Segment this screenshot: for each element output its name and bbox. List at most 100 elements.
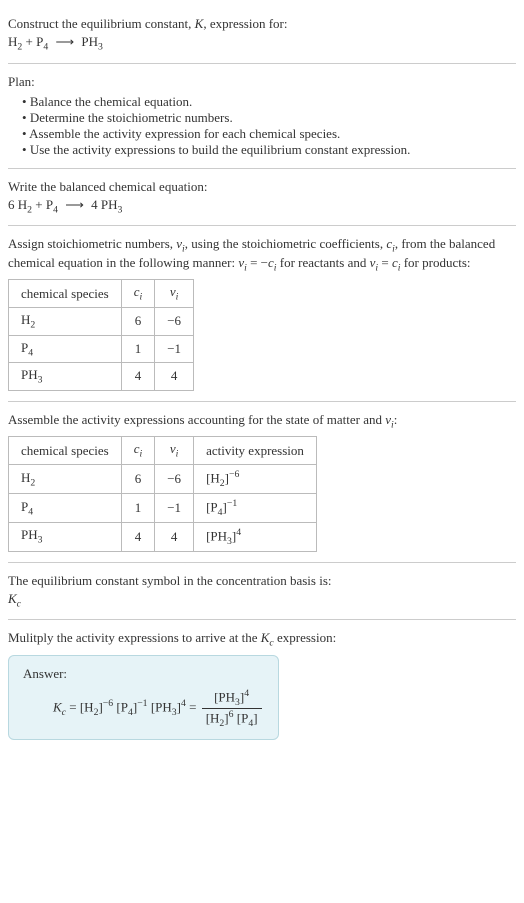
cell-c: 4: [121, 363, 155, 391]
intro-prefix: Construct the equilibrium constant,: [8, 16, 195, 31]
eq-ph3-sub: 3: [98, 42, 103, 53]
text: expression:: [274, 630, 336, 645]
cell-nu: 4: [155, 522, 194, 551]
eq-h2: H: [8, 34, 17, 49]
sp: PH: [21, 367, 38, 382]
text: for reactants and: [277, 255, 370, 270]
d1: [H: [206, 710, 220, 725]
stoich-table: chemical species ci νi H2 6 −6 P4 1 −1 P…: [8, 279, 194, 390]
cell-nu: 4: [155, 363, 194, 391]
table-row: P4 1 −1 [P4]−1: [9, 493, 317, 522]
cell-activity: [P4]−1: [194, 493, 317, 522]
base: [PH: [206, 528, 227, 543]
bal-plus: +: [32, 197, 46, 212]
exp: −6: [103, 698, 113, 709]
eq-plus: +: [22, 34, 36, 49]
n: [PH: [214, 689, 235, 704]
bal-c2-sub: 4: [53, 204, 58, 215]
th-species: chemical species: [9, 437, 122, 465]
plan-heading: Plan:: [8, 74, 516, 90]
sp: PH: [21, 527, 38, 542]
table-row: H2 6 −6: [9, 307, 194, 335]
close: ]: [253, 710, 257, 725]
plan-item: Use the activity expressions to build th…: [22, 142, 516, 158]
kc: K: [8, 591, 17, 606]
eq: =: [66, 699, 80, 714]
balanced-heading: Write the balanced chemical equation:: [8, 179, 516, 195]
exp: 4: [244, 688, 249, 699]
balanced-section: Write the balanced chemical equation: 6 …: [8, 169, 516, 227]
cell-species: H2: [9, 464, 122, 493]
stoich-desc: Assign stoichiometric numbers, νi, using…: [8, 236, 516, 273]
cell-species: PH3: [9, 363, 122, 391]
cell-species: PH3: [9, 522, 122, 551]
cell-species: P4: [9, 493, 122, 522]
final-line: Mulitply the activity expressions to arr…: [8, 630, 516, 649]
text: , using the stoichiometric coefficients,: [185, 236, 387, 251]
nui-sub: i: [176, 449, 179, 460]
d2: [P: [237, 710, 249, 725]
cell-species: H2: [9, 307, 122, 335]
cell-activity: [PH3]4: [194, 522, 317, 551]
activity-section: Assemble the activity expressions accoun…: [8, 402, 516, 563]
table-row: P4 1 −1: [9, 335, 194, 363]
denominator: [H2]6 [P4]: [202, 709, 262, 729]
table-row: PH3 4 4: [9, 363, 194, 391]
eq2: =: [186, 699, 200, 714]
base: [H: [206, 470, 220, 485]
text: for products:: [400, 255, 470, 270]
cell-species: P4: [9, 335, 122, 363]
intro-suffix: , expression for:: [203, 16, 287, 31]
fraction: [PH3]4[H2]6 [P4]: [202, 688, 262, 729]
ci-sub: i: [140, 292, 143, 303]
sp-sub: 4: [28, 347, 33, 358]
text: Mulitply the activity expressions to arr…: [8, 630, 261, 645]
exp: −1: [137, 698, 147, 709]
th-nui: νi: [155, 280, 194, 308]
bal-c3-sub: 3: [117, 204, 122, 215]
answer-equation: Kc = [H2]−6 [P4]−1 [PH3]4 = [PH3]4[H2]6 …: [23, 688, 264, 729]
exp: −1: [227, 498, 237, 509]
bal-c2: P: [46, 197, 53, 212]
eq-p4-sub: 4: [43, 42, 48, 53]
eq-arrow: ⟶: [55, 34, 74, 50]
th-species: chemical species: [9, 280, 122, 308]
ci-sub: i: [140, 449, 143, 460]
table-header-row: chemical species ci νi: [9, 280, 194, 308]
plan-list: Balance the chemical equation. Determine…: [8, 94, 516, 158]
plan-item: Assemble the activity expression for eac…: [22, 126, 516, 142]
text: :: [394, 412, 398, 427]
bal-c3: 4 PH: [91, 197, 117, 212]
sp-sub: 2: [30, 477, 35, 488]
cell-c: 1: [121, 335, 155, 363]
t1: [H: [80, 699, 94, 714]
t3: [PH: [151, 699, 172, 714]
table-row: H2 6 −6 [H2]−6: [9, 464, 317, 493]
plan-item: Balance the chemical equation.: [22, 94, 516, 110]
balanced-equation: 6 H2 + P4 ⟶ 4 PH3: [8, 197, 516, 216]
cell-activity: [H2]−6: [194, 464, 317, 493]
sp: H: [21, 470, 30, 485]
intro-equation: H2 + P4 ⟶ PH3: [8, 34, 516, 53]
th-nui: νi: [155, 437, 194, 465]
sp: H: [21, 312, 30, 327]
bal-arrow: ⟶: [65, 197, 84, 213]
cell-c: 6: [121, 307, 155, 335]
exp: 4: [236, 527, 241, 538]
kc-sub: c: [17, 598, 21, 609]
stoich-section: Assign stoichiometric numbers, νi , using…: [8, 226, 516, 402]
plan-section: Plan: Balance the chemical equation. Det…: [8, 64, 516, 169]
numerator: [PH3]4: [202, 688, 262, 709]
cell-nu: −6: [155, 464, 194, 493]
sp-sub: 3: [38, 535, 43, 546]
cell-c: 1: [121, 493, 155, 522]
activity-desc: Assemble the activity expressions accoun…: [8, 412, 516, 431]
cell-c: 4: [121, 522, 155, 551]
text: Assign stoichiometric numbers,: [8, 236, 176, 251]
text: = −: [247, 255, 268, 270]
text: =: [378, 255, 392, 270]
symbol-line: The equilibrium constant symbol in the c…: [8, 573, 516, 589]
base: [P: [206, 499, 218, 514]
activity-table: chemical species ci νi activity expressi…: [8, 436, 317, 551]
intro-text: Construct the equilibrium constant, K, e…: [8, 16, 516, 32]
